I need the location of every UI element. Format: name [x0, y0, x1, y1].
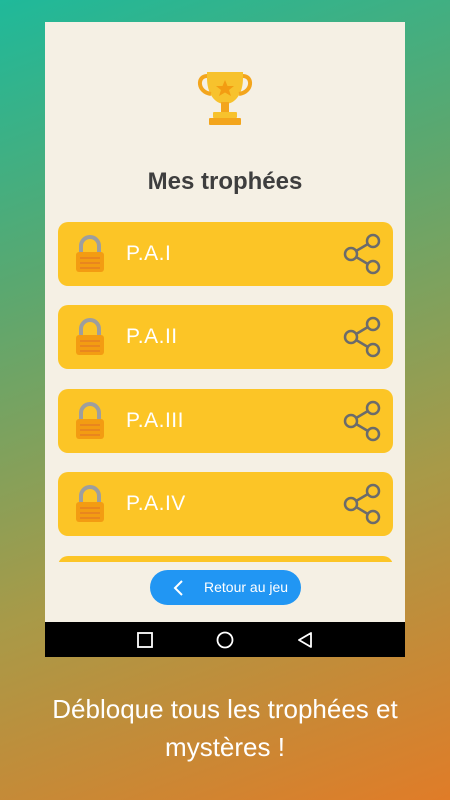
back-icon[interactable]	[295, 630, 315, 650]
caption-line-1: Débloque tous les trophées et	[52, 694, 398, 724]
trophy-label: P.A.II	[126, 325, 178, 348]
share-icon[interactable]	[341, 316, 383, 358]
trophy-list[interactable]: P.A.I P.A.II P.A.III P.A.IV	[58, 222, 393, 562]
trophy-item-partial[interactable]	[58, 556, 393, 562]
share-icon[interactable]	[341, 233, 383, 275]
promo-caption: Débloque tous les trophées et mystères !	[0, 690, 450, 766]
lock-icon	[76, 318, 104, 355]
lock-icon	[76, 235, 104, 272]
app-screen: Mes trophées P.A.I P.A.II P.A.III P.A.IV…	[45, 22, 405, 657]
trophy-icon	[198, 72, 252, 125]
chevron-left-icon	[173, 580, 183, 596]
trophy-item[interactable]: P.A.III	[58, 389, 393, 453]
trophy-label: P.A.I	[126, 242, 172, 265]
share-icon[interactable]	[341, 483, 383, 525]
page-title: Mes trophées	[147, 168, 303, 195]
back-to-game-button[interactable]: Retour au jeu	[150, 570, 301, 605]
trophy-label: P.A.III	[126, 409, 184, 432]
lock-icon	[76, 485, 104, 522]
trophy-item[interactable]: P.A.II	[58, 305, 393, 369]
trophy-label: P.A.IV	[126, 492, 186, 515]
caption-line-2: mystères !	[165, 732, 285, 762]
back-button-label: Retour au jeu	[204, 579, 289, 595]
trophy-item[interactable]: P.A.IV	[58, 472, 393, 536]
trophy-item[interactable]: P.A.I	[58, 222, 393, 286]
recent-apps-icon[interactable]	[135, 630, 155, 650]
system-navigation-bar	[45, 622, 405, 657]
share-icon[interactable]	[341, 400, 383, 442]
lock-icon	[76, 402, 104, 439]
home-icon[interactable]	[215, 630, 235, 650]
